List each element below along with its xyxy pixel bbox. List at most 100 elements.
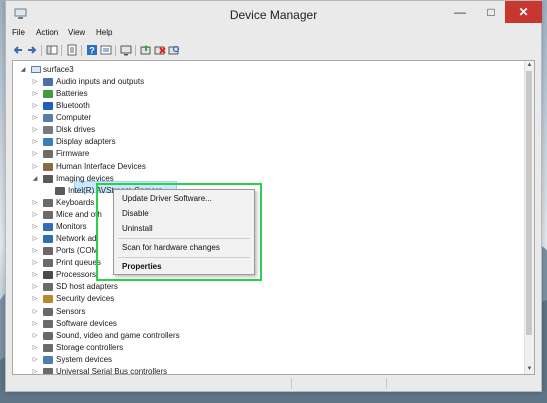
view-icon[interactable] <box>100 44 112 56</box>
properties-icon[interactable] <box>66 44 78 56</box>
context-properties[interactable]: Properties <box>122 262 162 271</box>
tree-item-label: SD host adapters <box>56 282 118 292</box>
context-scan[interactable]: Scan for hardware changes <box>122 243 220 252</box>
show-hide-console-tree-icon[interactable] <box>46 44 58 56</box>
tree-item-label: Security devices <box>56 294 115 304</box>
monitor-icon <box>43 222 53 231</box>
storage-icon <box>43 343 53 352</box>
forward-icon[interactable] <box>26 44 38 56</box>
expand-icon[interactable]: ▷ <box>31 197 39 209</box>
expand-icon[interactable]: ▷ <box>31 366 39 374</box>
hid-icon <box>43 162 53 171</box>
tree-item-label: Software devices <box>56 318 117 328</box>
tree-item-label: Disk drives <box>56 125 96 135</box>
menu-view[interactable]: View <box>68 28 85 37</box>
tree-item-label: Monitors <box>56 221 87 231</box>
expand-icon[interactable]: ▷ <box>31 245 39 257</box>
tree-item-label: Keyboards <box>56 197 95 207</box>
tree-item-label: Sensors <box>56 306 86 316</box>
tree-item-label: Processors <box>56 270 97 280</box>
close-button[interactable]: ✕ <box>505 1 542 23</box>
minimize-button[interactable]: — <box>445 1 475 23</box>
display-icon[interactable] <box>120 44 132 56</box>
device-manager-window: Device Manager — □ ✕ File Action View He… <box>5 0 542 392</box>
maximize-button[interactable]: □ <box>476 1 506 23</box>
toolbar: ? <box>6 42 541 60</box>
expand-icon[interactable]: ▷ <box>31 293 39 305</box>
expand-icon[interactable]: ▷ <box>31 161 39 173</box>
scroll-thumb[interactable] <box>526 71 532 335</box>
system-icon <box>43 355 53 364</box>
computer-icon <box>43 114 53 123</box>
tree-item-label: Firmware <box>56 149 90 159</box>
expand-icon[interactable]: ▷ <box>31 257 39 269</box>
tree-item-label: System devices <box>56 354 113 364</box>
firmware-icon <box>43 150 53 159</box>
mouse-icon <box>43 210 53 219</box>
camera-icon <box>55 186 65 195</box>
expand-icon[interactable]: ▷ <box>31 233 39 245</box>
tree-item-label: Storage controllers <box>56 342 124 352</box>
expand-icon[interactable]: ▷ <box>31 306 39 318</box>
scroll-up-icon[interactable]: ▲ <box>525 61 534 70</box>
title-bar[interactable]: Device Manager — □ ✕ <box>6 1 542 27</box>
vertical-scrollbar[interactable]: ▲ ▼ <box>524 61 534 374</box>
sensor-icon <box>43 307 53 316</box>
expand-icon[interactable]: ▷ <box>31 330 39 342</box>
update-driver-icon[interactable] <box>140 44 152 56</box>
expand-icon[interactable]: ▷ <box>31 342 39 354</box>
collapse-icon[interactable]: ◢ <box>31 173 39 185</box>
tree-item-label: Computer <box>56 113 92 123</box>
scroll-down-icon[interactable]: ▼ <box>525 365 534 374</box>
bluetooth-icon <box>43 102 53 111</box>
disk-icon <box>43 126 53 135</box>
menu-file[interactable]: File <box>12 28 25 37</box>
menu-action[interactable]: Action <box>36 28 58 37</box>
software-icon <box>43 319 53 328</box>
expand-icon[interactable]: ▷ <box>31 269 39 281</box>
processor-icon <box>43 271 53 280</box>
svg-text:?: ? <box>89 46 95 56</box>
expand-icon[interactable]: ▷ <box>31 318 39 330</box>
tree-item-label: Network ad <box>56 234 97 244</box>
expand-icon[interactable]: ▷ <box>31 124 39 136</box>
context-update-driver[interactable]: Update Driver Software... <box>122 194 212 203</box>
uninstall-icon[interactable] <box>154 44 166 56</box>
tree-item-label: Mice and oth <box>56 209 102 219</box>
expand-icon[interactable]: ▷ <box>31 100 39 112</box>
menu-help[interactable]: Help <box>96 28 112 37</box>
battery-icon <box>43 90 53 99</box>
help-icon[interactable]: ? <box>86 44 98 56</box>
tree-item-label: Universal Serial Bus controllers <box>56 366 168 375</box>
security-icon <box>43 295 53 304</box>
usb-icon <box>43 367 53 374</box>
expand-icon[interactable]: ▷ <box>31 148 39 160</box>
expand-icon[interactable]: ▷ <box>31 88 39 100</box>
expand-icon[interactable]: ▷ <box>31 354 39 366</box>
context-uninstall[interactable]: Uninstall <box>122 224 153 233</box>
context-menu: Update Driver Software... Disable Uninst… <box>113 189 255 275</box>
device-tree[interactable]: ◢ surface3 ▷ Audio inputs and outputs ▷ Bat… <box>12 60 535 375</box>
expand-icon[interactable]: ▷ <box>31 112 39 124</box>
tree-item-label: Bluetooth <box>56 101 90 111</box>
expand-icon[interactable]: ▷ <box>31 281 39 293</box>
expand-icon[interactable]: ▷ <box>31 76 39 88</box>
tree-item-label: Print queues <box>56 258 101 268</box>
context-separator <box>118 238 250 239</box>
expand-icon[interactable]: ▷ <box>31 221 39 233</box>
port-icon <box>43 247 53 256</box>
context-disable[interactable]: Disable <box>122 209 149 218</box>
status-bar <box>6 377 541 391</box>
display-adapter-icon <box>43 138 53 147</box>
back-icon[interactable] <box>12 44 24 56</box>
tree-root-label: surface3 <box>43 65 74 74</box>
expand-icon[interactable]: ▷ <box>31 136 39 148</box>
speaker-icon <box>43 78 53 86</box>
tree-item-label: Audio inputs and outputs <box>56 77 145 86</box>
expand-icon[interactable]: ▷ <box>31 209 39 221</box>
collapse-icon[interactable]: ◢ <box>19 64 27 76</box>
sound-icon <box>43 331 53 340</box>
menu-bar: File Action View Help <box>6 27 541 41</box>
scan-hardware-icon[interactable] <box>168 44 180 56</box>
tree-item-label: Human Interface Devices <box>56 161 146 171</box>
